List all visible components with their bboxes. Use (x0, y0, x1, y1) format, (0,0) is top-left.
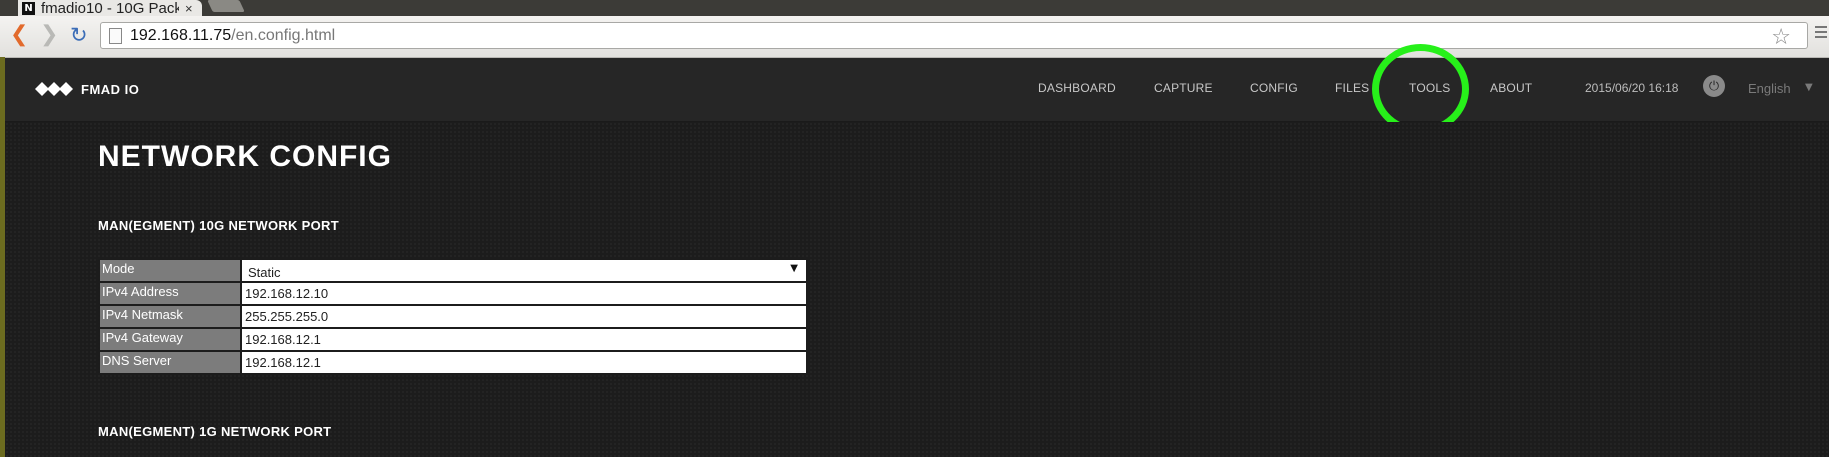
tab-title: fmadio10 - 10G Pack (41, 0, 179, 17)
logo-text: FMAD IO (81, 81, 140, 97)
table-row: IPv4 Netmask (98, 304, 808, 329)
network-config-table: Mode Static ▼ IPv4 Address IPv4 Netmask … (98, 258, 808, 375)
ipv4-address-label: IPv4 Address (98, 281, 242, 306)
ipv4-address-input[interactable] (242, 284, 800, 303)
nav-tools[interactable]: TOOLS (1409, 81, 1450, 95)
tab-close-icon[interactable]: × (185, 1, 193, 16)
ipv4-gateway-cell (240, 327, 808, 352)
dns-server-input[interactable] (242, 353, 800, 372)
browser-tabstrip: N fmadio10 - 10G Pack × (0, 0, 1829, 17)
table-row: Mode Static ▼ (98, 258, 808, 283)
url-path: /en.config.html (231, 26, 336, 44)
logo-mark-icon (35, 82, 73, 96)
forward-arrow-icon[interactable]: ❯ (40, 22, 58, 48)
ipv4-netmask-cell (240, 304, 808, 329)
table-row: DNS Server (98, 350, 808, 375)
browser-toolbar: ❮ ❯ ↻ 192.168.11.75/en.config.html ☆ (0, 16, 1829, 58)
ipv4-netmask-label: IPv4 Netmask (98, 304, 242, 329)
ipv4-netmask-input[interactable] (242, 307, 800, 326)
page-title: NETWORK CONFIG (98, 140, 392, 173)
dropdown-arrow-icon[interactable]: ▼ (790, 263, 798, 274)
ipv4-gateway-label: IPv4 Gateway (98, 327, 242, 352)
section-title-1g: MAN(EGMENT) 1G NETWORK PORT (98, 424, 332, 439)
tab-favicon-icon: N (22, 1, 35, 15)
nav-about[interactable]: ABOUT (1490, 81, 1532, 95)
browser-menu-icon[interactable] (1815, 26, 1827, 41)
table-row: IPv4 Gateway (98, 327, 808, 352)
address-bar[interactable]: 192.168.11.75/en.config.html ☆ (100, 22, 1808, 50)
app-header: FMAD IO DASHBOARD CAPTURE CONFIG FILES T… (5, 58, 1829, 122)
page-icon (109, 27, 122, 44)
main-content: NETWORK CONFIG MAN(EGMENT) 10G NETWORK P… (5, 122, 1829, 457)
url-text[interactable]: 192.168.11.75/en.config.html (130, 27, 335, 45)
caret-down-icon[interactable]: ▼ (1805, 82, 1813, 93)
language-select[interactable]: English (1748, 81, 1791, 96)
table-row: IPv4 Address (98, 281, 808, 306)
ipv4-address-cell (240, 281, 808, 306)
mode-selected-value: Static (248, 265, 281, 280)
new-tab-button[interactable] (207, 0, 245, 12)
logo[interactable]: FMAD IO (35, 80, 139, 98)
mode-label: Mode (98, 258, 242, 283)
reload-icon[interactable]: ↻ (70, 22, 88, 48)
dns-server-cell (240, 350, 808, 375)
mode-cell: Static ▼ (240, 258, 808, 283)
bookmark-star-icon[interactable]: ☆ (1771, 25, 1791, 50)
nav-dashboard[interactable]: DASHBOARD (1038, 81, 1116, 95)
nav-config[interactable]: CONFIG (1250, 81, 1298, 95)
dns-server-label: DNS Server (98, 350, 242, 375)
browser-tab[interactable]: N fmadio10 - 10G Pack × (18, 0, 202, 17)
section-title-10g: MAN(EGMENT) 10G NETWORK PORT (98, 218, 339, 233)
mode-select[interactable]: Static ▼ (242, 261, 806, 280)
url-host: 192.168.11.75 (130, 26, 232, 44)
back-arrow-icon[interactable]: ❮ (10, 22, 28, 48)
power-icon[interactable]: ⏻ (1703, 75, 1725, 97)
datetime-display: 2015/06/20 16:18 (1585, 81, 1679, 95)
nav-files[interactable]: FILES (1335, 81, 1369, 95)
ipv4-gateway-input[interactable] (242, 330, 800, 349)
nav-capture[interactable]: CAPTURE (1154, 81, 1213, 95)
